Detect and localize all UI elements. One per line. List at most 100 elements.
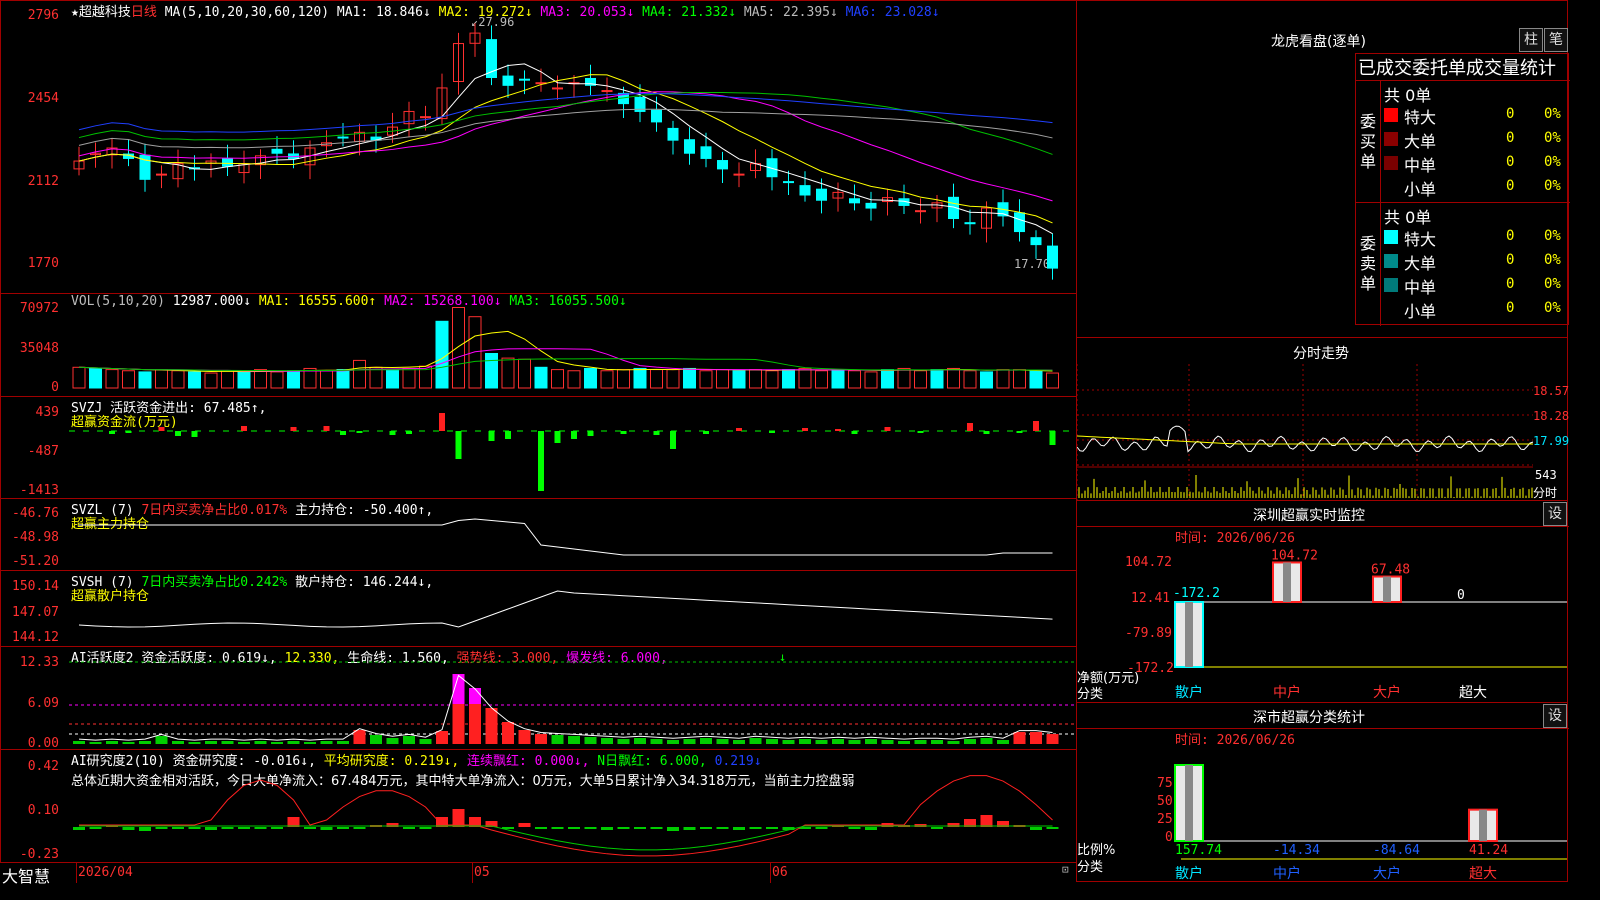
y-axis-label: 2796 bbox=[27, 8, 59, 23]
sell-color-swatch bbox=[1384, 278, 1398, 292]
candle bbox=[783, 181, 794, 184]
fund-flow-bar bbox=[389, 431, 396, 435]
dragon-title: 龙虎看盘(逐单) bbox=[1271, 34, 1366, 50]
ai-research-panel[interactable]: AI研究度2(10) 资金研究度: -0.016↓, 平均研究度: 0.219↓… bbox=[0, 749, 1077, 863]
sell-color-swatch bbox=[1384, 254, 1398, 268]
candle bbox=[684, 139, 695, 154]
volume-bar bbox=[122, 370, 135, 389]
activity-bar bbox=[634, 738, 646, 744]
volume-bar bbox=[468, 316, 482, 389]
volume-bar bbox=[881, 369, 894, 389]
fund-flow-bar bbox=[125, 431, 132, 433]
tick-view-button[interactable]: 笔 bbox=[1544, 28, 1568, 52]
intraday-panel[interactable]: 分时走势 18.57 18.28 17.99 543 分时 bbox=[1076, 337, 1570, 501]
volume-bar bbox=[221, 370, 234, 389]
svzl-panel[interactable]: SVZL (7) 7日内买卖净占比0.017% 主力持仓: -50.400↑, … bbox=[0, 498, 1077, 571]
fund-flow-bar bbox=[967, 423, 973, 431]
candle bbox=[733, 173, 745, 176]
sell-total: 共 0单 bbox=[1384, 208, 1432, 227]
volume-bar bbox=[72, 366, 86, 389]
activity-bar bbox=[766, 739, 778, 744]
candle bbox=[601, 90, 613, 93]
ma6-line bbox=[78, 93, 1053, 133]
candle bbox=[717, 160, 728, 170]
volume-panel[interactable]: VOL(5,10,20) 12987.000↓ MA1: 16555.600↑ … bbox=[0, 293, 1077, 397]
volume-bar bbox=[815, 370, 828, 389]
volume-bar bbox=[369, 366, 383, 389]
candle bbox=[799, 185, 811, 196]
y-axis-label: 18.28 bbox=[1533, 409, 1570, 423]
category-label: 大户 bbox=[1373, 865, 1401, 881]
buy-row-label: 中单 bbox=[1404, 156, 1437, 175]
y-axis-label: 18.57 bbox=[1533, 384, 1570, 398]
volume-bar bbox=[485, 353, 498, 389]
ai-activity-panel[interactable]: AI活跃度2 资金活跃度: 0.619↓, 12.330, 生命线: 1.560… bbox=[0, 646, 1077, 751]
fund-flow-chart[interactable] bbox=[69, 397, 1077, 499]
volume-bar bbox=[650, 369, 663, 389]
buy-row-label: 大单 bbox=[1404, 132, 1437, 151]
research-line bbox=[79, 775, 1053, 857]
activity-bar bbox=[1030, 732, 1042, 744]
candle bbox=[1030, 237, 1042, 246]
fund-flow-bar bbox=[241, 426, 247, 431]
candle bbox=[271, 148, 283, 154]
fund-flow-bar bbox=[290, 427, 297, 431]
sell-color-swatch bbox=[1384, 302, 1398, 316]
intraday-chart[interactable] bbox=[1077, 364, 1533, 500]
volume-bar bbox=[930, 369, 944, 389]
candle bbox=[1014, 212, 1025, 233]
fund-flow-bar bbox=[983, 431, 990, 434]
sell-row-percent: 0% bbox=[1544, 252, 1561, 268]
volume-bar bbox=[831, 369, 845, 389]
lock-icon[interactable]: ⊡ bbox=[1062, 863, 1069, 876]
activity-bar bbox=[980, 738, 993, 744]
volume-bar bbox=[914, 370, 927, 389]
fund-flow-bar bbox=[1049, 431, 1056, 445]
svzj-panel[interactable]: SVZJ 活跃资金进出: 67.485↑, 超赢资金流(万元) 439 -487… bbox=[0, 396, 1077, 499]
research-bar bbox=[766, 827, 778, 829]
volume-chart[interactable] bbox=[69, 294, 1077, 397]
sell-row-percent: 0% bbox=[1544, 276, 1561, 292]
intraday-vol-label: 分时 bbox=[1533, 486, 1558, 500]
settings-button[interactable]: 设 bbox=[1543, 704, 1567, 728]
research-bar bbox=[733, 827, 745, 830]
main-candle-panel[interactable]: ★超越科技日线 MA(5,10,20,30,60,120) MA1: 18.84… bbox=[0, 0, 1077, 294]
volume-bar bbox=[765, 370, 779, 389]
research-bar bbox=[865, 827, 877, 830]
candle bbox=[222, 157, 233, 167]
candle bbox=[849, 198, 860, 204]
y-axis-label: -51.20 bbox=[12, 554, 59, 569]
research-bar bbox=[518, 823, 531, 827]
retail-holding-chart[interactable] bbox=[69, 571, 1077, 647]
activity-bar bbox=[683, 739, 696, 744]
activity-bar bbox=[271, 742, 283, 744]
activity-chart[interactable]: ↓ bbox=[69, 647, 1077, 750]
buy-color-swatch bbox=[1384, 156, 1398, 170]
brand-logo: 大智慧 bbox=[2, 867, 51, 886]
research-bar bbox=[254, 827, 267, 829]
candlestick-chart[interactable] bbox=[69, 1, 1077, 294]
ma1-line bbox=[78, 63, 1053, 235]
settings-button[interactable]: 设 bbox=[1543, 502, 1567, 526]
y-axis-label: 35048 bbox=[19, 341, 59, 356]
activity-bar bbox=[337, 741, 349, 744]
bar-view-button[interactable]: 柱 bbox=[1519, 28, 1543, 52]
price-line bbox=[1077, 425, 1533, 453]
research-bar bbox=[1030, 827, 1042, 830]
ma4-line bbox=[78, 91, 1053, 155]
retail-holding-line bbox=[78, 590, 1053, 628]
main-holding-chart[interactable] bbox=[69, 499, 1077, 571]
candle bbox=[865, 202, 877, 209]
fund-flow-bar bbox=[340, 431, 346, 435]
down-arrow-icon: ↓ bbox=[779, 650, 786, 664]
candle bbox=[651, 109, 662, 123]
volume-bar bbox=[864, 371, 878, 389]
activity-bar bbox=[238, 742, 250, 744]
sell-row-label: 大单 bbox=[1404, 254, 1437, 273]
research-bar bbox=[716, 827, 729, 829]
svsh-panel[interactable]: SVSH (7) 7日内买卖净占比0.242% 散户持仓: 146.244↓, … bbox=[0, 570, 1077, 647]
volume-bar bbox=[584, 367, 597, 389]
research-chart[interactable] bbox=[69, 750, 1077, 863]
y-axis-label: 6.09 bbox=[27, 696, 59, 711]
volume-bar bbox=[254, 369, 267, 389]
